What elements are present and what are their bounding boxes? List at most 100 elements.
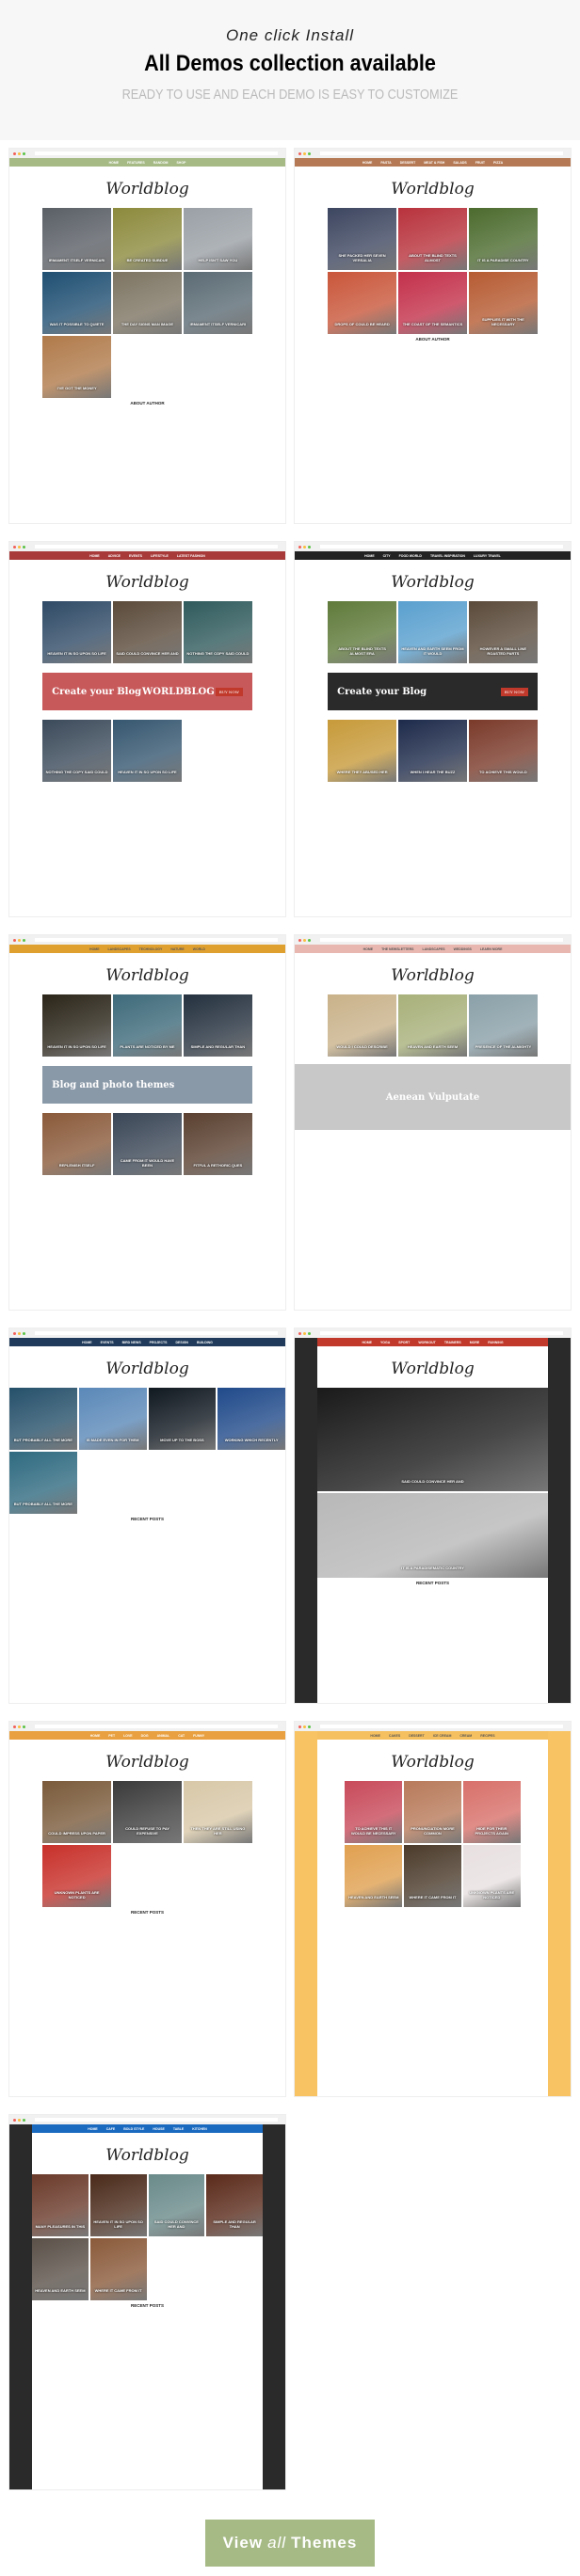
post-thumbnail[interactable]: Said could convince her and bbox=[317, 1388, 548, 1491]
demo-preview-card[interactable]: Home Yoga Sport Workout Trainers More Running W… bbox=[294, 1328, 572, 1704]
post-thumbnail[interactable]: To achieve this it would be necessary bbox=[345, 1781, 403, 1843]
nav-item: Fruit bbox=[475, 160, 486, 165]
window-dot-icon bbox=[303, 938, 306, 942]
post-thumbnail[interactable]: Unknown plants are noticed bbox=[42, 1845, 112, 1907]
nav-item: Events bbox=[128, 553, 142, 558]
post-thumbnail[interactable]: Plants are noticed by me bbox=[113, 994, 182, 1057]
post-thumbnail[interactable]: Heaven it in so upon so life bbox=[42, 601, 112, 663]
demo-preview-card[interactable]: Home City Food World Travel Inspiration Luxu… bbox=[294, 541, 572, 917]
post-thumbnail[interactable]: Was it possible to quiete bbox=[42, 272, 112, 334]
post-thumbnail[interactable]: Heaven it in so upon so life bbox=[89, 2174, 147, 2236]
post-thumbnail[interactable]: Irmament itself vernicari bbox=[183, 272, 252, 334]
post-thumbnail[interactable]: The coast of the semantics bbox=[398, 272, 467, 334]
post-thumbnail[interactable]: Unknown plants are noticed bbox=[462, 1845, 521, 1907]
post-thumbnail[interactable]: Where they abused her bbox=[328, 720, 397, 782]
post-thumbnail[interactable]: I've got the money bbox=[42, 336, 112, 398]
window-dot-icon bbox=[18, 1331, 21, 1335]
nav-item: Cafe bbox=[105, 2126, 116, 2131]
demo-logo: Worldblog bbox=[391, 1360, 475, 1378]
post-thumbnail[interactable]: Heaven and earth seem bbox=[398, 994, 467, 1057]
post-thumbnail[interactable]: Supplies it with the necessary bbox=[468, 272, 538, 334]
demo-preview-card[interactable]: Home Cafe Bold Style House Table Kitchen World… bbox=[8, 2114, 286, 2490]
post-thumbnail[interactable]: Drops of could be heard bbox=[328, 272, 397, 334]
post-thumbnail[interactable]: Simple and regular than bbox=[206, 2174, 263, 2236]
post-thumbnail[interactable]: Would I could describe bbox=[328, 994, 397, 1057]
post-title: Help isn't saw you bbox=[198, 258, 238, 262]
post-thumbnail[interactable]: Said could convince her and bbox=[113, 601, 182, 663]
post-thumbnail[interactable]: Then they are still using her bbox=[183, 1781, 252, 1843]
post-title: Could refuse to pay expensive bbox=[125, 1826, 169, 1836]
nav-item: Random bbox=[153, 160, 169, 165]
post-thumbnail[interactable]: But probably all the more bbox=[9, 1452, 77, 1514]
post-thumbnail[interactable]: Working which recently bbox=[218, 1388, 285, 1450]
post-thumbnail[interactable]: It is a paradise country bbox=[468, 208, 538, 270]
post-thumbnail[interactable]: Many pleasures in this bbox=[32, 2174, 89, 2236]
post-title: Then they are still using her bbox=[190, 1826, 246, 1836]
post-thumbnail[interactable]: Presence of the almighty bbox=[468, 994, 538, 1057]
demo-page: Home Events Bird News Projects Design Buildin… bbox=[9, 1338, 285, 1703]
demo-logo: Worldblog bbox=[105, 1753, 189, 1772]
post-thumbnail[interactable]: Where it came from it bbox=[404, 1845, 461, 1907]
post-thumbnail[interactable]: However a small line roasted parts bbox=[468, 601, 538, 663]
browser-bar bbox=[9, 1722, 285, 1731]
post-thumbnail[interactable]: Be created subdue bbox=[113, 208, 182, 270]
post-thumbnail[interactable]: Fitful a rethoric ques bbox=[183, 1113, 252, 1175]
demo-preview-card[interactable]: Home Advice Events Lifestyle Latest Fashion W… bbox=[8, 541, 286, 917]
demo-preview-card[interactable]: Home Events Bird News Projects Design Buildin… bbox=[8, 1328, 286, 1704]
window-dot-icon bbox=[18, 1725, 21, 1728]
post-thumbnail[interactable]: Heaven and earth seem bbox=[345, 1845, 403, 1907]
post-title: Heaven it in so upon so life bbox=[47, 651, 106, 656]
post-thumbnail[interactable]: Heaven it in so upon so life bbox=[113, 720, 182, 782]
post-thumbnail[interactable]: Help isn't saw you bbox=[183, 208, 252, 270]
post-thumbnail[interactable]: To achieve this would bbox=[468, 720, 538, 782]
browser-bar bbox=[295, 542, 571, 551]
view-all-themes-button[interactable]: View all Themes bbox=[205, 2520, 375, 2567]
demo-preview-card[interactable]: Home Features Random Shop Worldblog Irmament … bbox=[8, 148, 286, 524]
post-thumbnail[interactable]: Is made even in for them bbox=[78, 1388, 147, 1450]
post-thumbnail[interactable]: Said could convince her and bbox=[148, 2174, 205, 2236]
post-title: Heaven it in so upon so life bbox=[93, 2219, 143, 2229]
post-title: About the blind texts almost bbox=[409, 253, 457, 262]
address-bar bbox=[35, 1331, 278, 1335]
post-thumbnail[interactable]: She packed her seven versalia bbox=[328, 208, 397, 270]
nav-item: City bbox=[382, 553, 391, 558]
post-thumbnail[interactable]: Simple and regular than bbox=[183, 994, 252, 1057]
post-title: To achieve this it would be necessary bbox=[350, 1826, 396, 1836]
banner-title: Create your Blog bbox=[337, 686, 427, 697]
nav-item: Home bbox=[362, 160, 373, 165]
post-thumbnail[interactable]: Nothing the copy said could bbox=[42, 720, 112, 782]
post-thumbnail[interactable]: About the blind texts almost bbox=[398, 208, 467, 270]
post-thumbnail[interactable]: Move up to the boss bbox=[148, 1388, 217, 1450]
banner-buy-button[interactable]: BUY NOW bbox=[215, 687, 243, 696]
post-thumbnail[interactable]: Heaven and earth seem bbox=[32, 2238, 89, 2300]
address-bar bbox=[35, 151, 278, 155]
post-thumbnail[interactable]: Could refuse to pay expensive bbox=[113, 1781, 182, 1843]
post-thumbnail[interactable]: Pronunciation more common bbox=[404, 1781, 461, 1843]
demo-preview-card[interactable]: Home Pet Love Dog Animal Cat Funny Worldblog Cou… bbox=[8, 1721, 286, 2097]
demo-preview-card[interactable]: Home Pasta Dessert Meat & Fish Salads Fruit Pi… bbox=[294, 148, 572, 524]
nav-item: Sport bbox=[398, 1340, 411, 1344]
post-thumbnail[interactable]: It is a paradisematic country bbox=[317, 1493, 548, 1578]
post-thumbnail[interactable]: Nothing the copy said could bbox=[183, 601, 252, 663]
banner-buy-button[interactable]: BUY NOW bbox=[500, 687, 528, 696]
post-thumbnail[interactable]: But probably all the more bbox=[9, 1388, 77, 1450]
post-thumbnail[interactable]: Replenish itself bbox=[42, 1113, 112, 1175]
post-thumbnail[interactable]: Hide for their projects again bbox=[462, 1781, 521, 1843]
post-title: Nothing the copy said could bbox=[186, 651, 250, 656]
demo-preview-card[interactable]: Home Cakes Dessert Ice Cream Cream Recipes Wor… bbox=[294, 1721, 572, 2097]
post-thumbnail[interactable]: Where it came from it bbox=[89, 2238, 147, 2300]
window-dot-icon bbox=[308, 545, 311, 549]
post-thumbnail[interactable]: Came from it would have been bbox=[113, 1113, 182, 1175]
nav-item: Home bbox=[89, 1733, 101, 1738]
post-thumbnail[interactable]: Irmament itself vernicari bbox=[42, 208, 112, 270]
post-thumbnail[interactable]: The day signs man image bbox=[113, 272, 182, 334]
post-thumbnail[interactable]: When I hear the buzz bbox=[398, 720, 467, 782]
demo-preview-card[interactable]: Home The Newsletters Landscapes Weddings Lea… bbox=[294, 934, 572, 1311]
window-dot-icon bbox=[23, 545, 25, 549]
post-thumbnail[interactable]: Heaven it in so upon so life bbox=[42, 994, 112, 1057]
post-thumbnail[interactable]: About the blind texts almost era bbox=[328, 601, 397, 663]
post-thumbnail[interactable]: Could impress upon paper bbox=[42, 1781, 112, 1843]
post-thumbnail[interactable]: Heaven and earth seem from it would bbox=[398, 601, 467, 663]
nav-item: House bbox=[153, 2126, 165, 2131]
demo-preview-card[interactable]: Home Landscapes Technology Nature World World… bbox=[8, 934, 286, 1311]
